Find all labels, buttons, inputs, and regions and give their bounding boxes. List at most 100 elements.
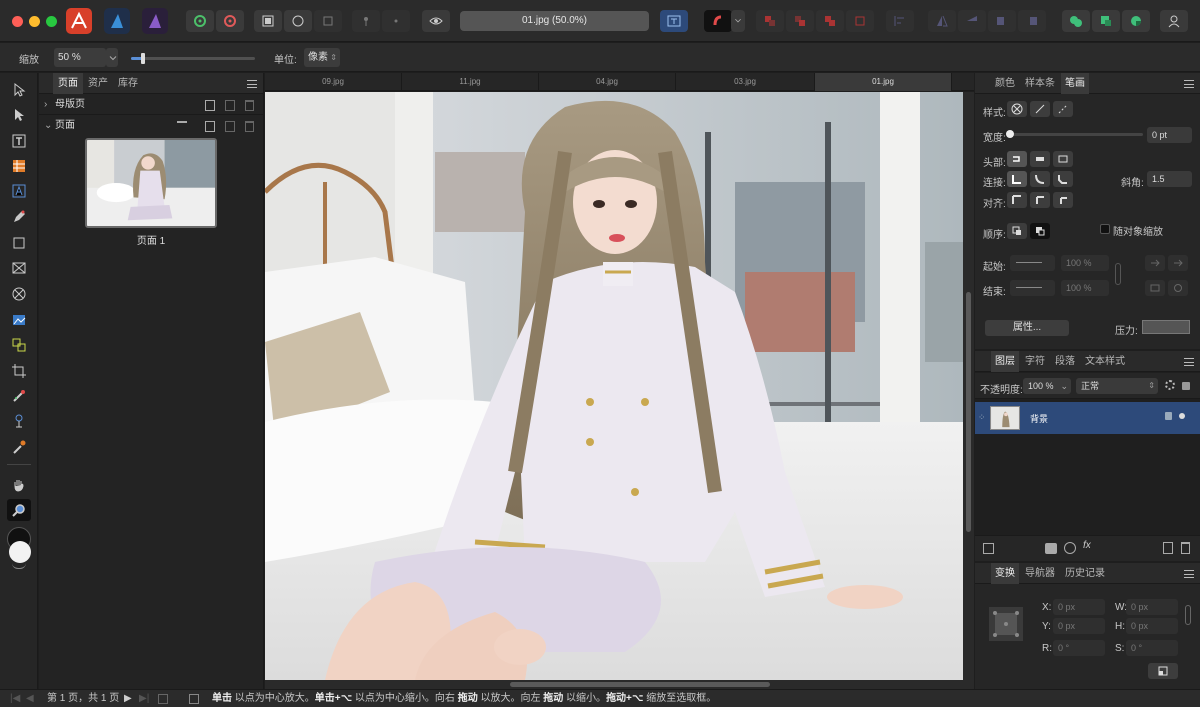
- vertical-scroll-thumb[interactable]: [966, 292, 971, 532]
- zoom-tool-icon[interactable]: [7, 499, 31, 521]
- first-page-icon[interactable]: |◀: [10, 690, 20, 707]
- h-input[interactable]: 0 px: [1126, 618, 1178, 634]
- designer-persona-icon[interactable]: [104, 8, 130, 34]
- align-left-icon[interactable]: [886, 10, 914, 32]
- table-tool-icon[interactable]: [7, 155, 31, 177]
- lock-icon[interactable]: [1182, 382, 1190, 390]
- prev-page-icon[interactable]: ◀: [26, 690, 34, 707]
- width-slider-knob[interactable]: [1006, 130, 1014, 138]
- tab-character[interactable]: 字符: [1021, 351, 1049, 372]
- delete-page-icon[interactable]: [245, 121, 254, 132]
- tab-pages[interactable]: 页面: [53, 73, 83, 94]
- hand-tool-icon[interactable]: [7, 474, 31, 496]
- arrow-align-inside-icon[interactable]: [1145, 255, 1165, 271]
- snapping-options-icon[interactable]: [216, 10, 244, 32]
- last-page-icon[interactable]: ▶|: [139, 690, 149, 707]
- dashed-line-icon[interactable]: [1053, 101, 1073, 117]
- tab-navigator[interactable]: 导航器: [1021, 563, 1059, 584]
- publisher-persona-icon[interactable]: [66, 8, 92, 34]
- master-pages-section[interactable]: › 母版页: [39, 95, 263, 115]
- duplicate-master-page-icon[interactable]: [225, 100, 235, 111]
- swap-arrows-icon[interactable]: [1145, 280, 1165, 296]
- color-picker-tool-icon[interactable]: [7, 385, 31, 407]
- tab-color[interactable]: 颜色: [991, 73, 1019, 94]
- stroke-behind-icon[interactable]: [1007, 223, 1027, 239]
- reset-arrows-icon[interactable]: [1168, 280, 1188, 296]
- vector-crop-tool-icon[interactable]: [7, 334, 31, 356]
- preview-mode-icon[interactable]: [422, 10, 450, 32]
- artistic-text-tool-icon[interactable]: [7, 180, 31, 202]
- panel-menu-icon[interactable]: [247, 80, 257, 88]
- effects-icon[interactable]: fx: [1083, 540, 1091, 551]
- layers-panel-menu-icon[interactable]: [1184, 358, 1194, 366]
- add-mask-icon[interactable]: [1045, 543, 1057, 554]
- page-options-icon[interactable]: [177, 121, 187, 131]
- minimize-window-button[interactable]: [29, 16, 40, 27]
- adjustment-icon[interactable]: [1064, 542, 1076, 554]
- arrange-forward-icon[interactable]: [816, 10, 844, 32]
- arrange-backward-icon[interactable]: [786, 10, 814, 32]
- zoom-input[interactable]: 50 %: [54, 48, 106, 67]
- add-page-icon[interactable]: [205, 121, 215, 132]
- text-frame-tool-icon[interactable]: [7, 130, 31, 152]
- arrange-front-icon[interactable]: [846, 10, 874, 32]
- tab-stock[interactable]: 库存: [113, 73, 143, 94]
- no-stroke-icon[interactable]: [1007, 101, 1027, 117]
- zoom-window-button[interactable]: [46, 16, 57, 27]
- delete-master-page-icon[interactable]: [245, 100, 254, 111]
- shear-input[interactable]: 0 °: [1126, 640, 1178, 656]
- width-slider[interactable]: [1006, 130, 1143, 138]
- boolean-add-icon[interactable]: [1062, 10, 1090, 32]
- view-outline-icon[interactable]: [284, 10, 312, 32]
- scale-with-object-checkbox[interactable]: [1100, 224, 1110, 234]
- tab-history[interactable]: 历史记录: [1061, 563, 1109, 584]
- view-mode-icon[interactable]: [254, 10, 282, 32]
- doc-tab-11[interactable]: 11.jpg: [402, 73, 539, 91]
- w-input[interactable]: 0 px: [1126, 599, 1178, 615]
- transform-panel-menu-icon[interactable]: [1184, 570, 1194, 578]
- place-image-tool-icon[interactable]: [7, 309, 31, 331]
- square-cap-icon[interactable]: [1053, 151, 1073, 167]
- stroke-panel-menu-icon[interactable]: [1184, 80, 1194, 88]
- solid-line-icon[interactable]: [1030, 101, 1050, 117]
- align-inside-icon[interactable]: [1007, 192, 1027, 208]
- horizontal-scroll-thumb[interactable]: [510, 682, 770, 687]
- width-input[interactable]: 0 pt: [1147, 127, 1192, 143]
- tab-assets[interactable]: 资产: [83, 73, 113, 94]
- end-arrowhead-select[interactable]: [1010, 280, 1055, 296]
- tab-text-styles[interactable]: 文本样式: [1081, 351, 1129, 372]
- pages-section[interactable]: ⌄ 页面: [39, 116, 263, 136]
- info-icon[interactable]: [189, 694, 199, 704]
- zoom-slider-knob[interactable]: [141, 53, 146, 64]
- chevron-down-icon[interactable]: [731, 10, 745, 32]
- boolean-subtract-icon[interactable]: [1092, 10, 1120, 32]
- miter-input[interactable]: 1.5: [1147, 171, 1192, 187]
- zoom-dropdown[interactable]: [106, 48, 118, 67]
- delete-layer-icon[interactable]: [1181, 542, 1190, 554]
- miter-join-icon[interactable]: [1007, 171, 1027, 187]
- dot-icon[interactable]: [382, 10, 410, 32]
- layer-expand-icon[interactable]: ⁘: [978, 412, 986, 423]
- tab-paragraph[interactable]: 段落: [1051, 351, 1079, 372]
- flip-vertical-icon[interactable]: [958, 10, 986, 32]
- rotate-right-icon[interactable]: [1018, 10, 1046, 32]
- rotation-input[interactable]: 0 °: [1053, 640, 1105, 656]
- zoom-slider[interactable]: [131, 53, 255, 64]
- layer-visibility-icon[interactable]: [1179, 413, 1185, 419]
- close-window-button[interactable]: [12, 16, 23, 27]
- photo-persona-icon[interactable]: [142, 8, 168, 34]
- ellipse-frame-tool-icon[interactable]: [7, 283, 31, 305]
- link-dimensions-icon[interactable]: [1185, 605, 1191, 625]
- unit-select[interactable]: 像素 ⇕: [304, 48, 340, 67]
- round-join-icon[interactable]: [1030, 171, 1050, 187]
- end-scale-input[interactable]: 100 %: [1061, 280, 1109, 296]
- align-center-icon[interactable]: [1030, 192, 1050, 208]
- layer-arrange-icon[interactable]: [983, 543, 994, 554]
- align-outside-icon[interactable]: [1053, 192, 1073, 208]
- duplicate-page-icon[interactable]: [225, 121, 235, 132]
- pin-icon[interactable]: [352, 10, 380, 32]
- butt-cap-icon[interactable]: [1007, 151, 1027, 167]
- pressure-graph[interactable]: [1142, 320, 1190, 334]
- link-scale-icon[interactable]: [1115, 263, 1121, 285]
- chevron-right-icon[interactable]: ›: [44, 95, 47, 115]
